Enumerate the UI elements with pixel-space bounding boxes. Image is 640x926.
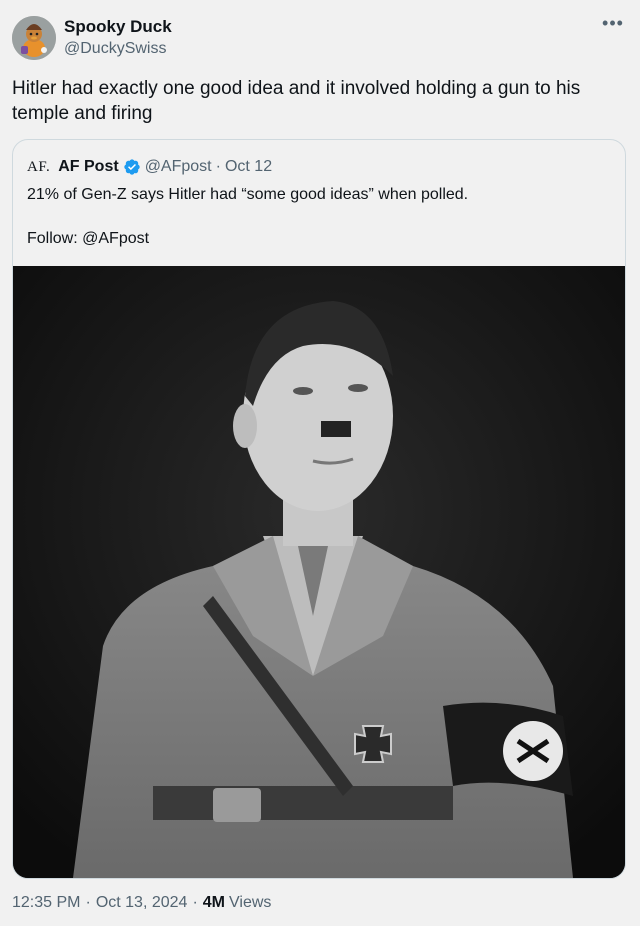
quoted-author-logo: AF. (27, 158, 51, 175)
footer-separator-2: · (192, 894, 198, 911)
views-count: 4M (202, 894, 225, 911)
footer-separator: · (85, 894, 91, 911)
author-handle[interactable]: @DuckySwiss (64, 40, 166, 58)
portrait-photo-image (13, 266, 625, 878)
tweet-time[interactable]: 12:35 PM (12, 894, 80, 912)
quoted-tweet-date[interactable]: Oct 12 (225, 158, 272, 176)
quoted-author-handle[interactable]: @AFpost (145, 158, 212, 176)
views-label: Views (229, 894, 272, 911)
verified-badge-icon (124, 159, 140, 175)
quoted-author-name[interactable]: AF Post (58, 158, 118, 176)
tweet-text: Hitler had exactly one good idea and it … (12, 78, 581, 124)
author-avatar[interactable] (12, 16, 56, 60)
quoted-tweet-text: 21% of Gen-Z says Hitler had “some good … (27, 186, 469, 247)
quoted-meta-separator: · (215, 158, 221, 175)
quoted-tweet-header: AF. AF Post @AFpost · Oct 12 (27, 156, 272, 178)
tweet-footer: 12:35 PM · Oct 13, 2024 · 4M Views (12, 894, 271, 912)
duck-avatar-image (12, 16, 56, 60)
quoted-tweet-photo[interactable] (13, 266, 625, 878)
ellipsis-icon[interactable]: ••• (600, 12, 626, 38)
tweet-date[interactable]: Oct 13, 2024 (96, 894, 188, 912)
quoted-tweet-card[interactable]: AF. AF Post @AFpost · Oct 12 21% of Gen-… (12, 139, 626, 879)
author-display-name[interactable]: Spooky Duck (64, 17, 172, 37)
